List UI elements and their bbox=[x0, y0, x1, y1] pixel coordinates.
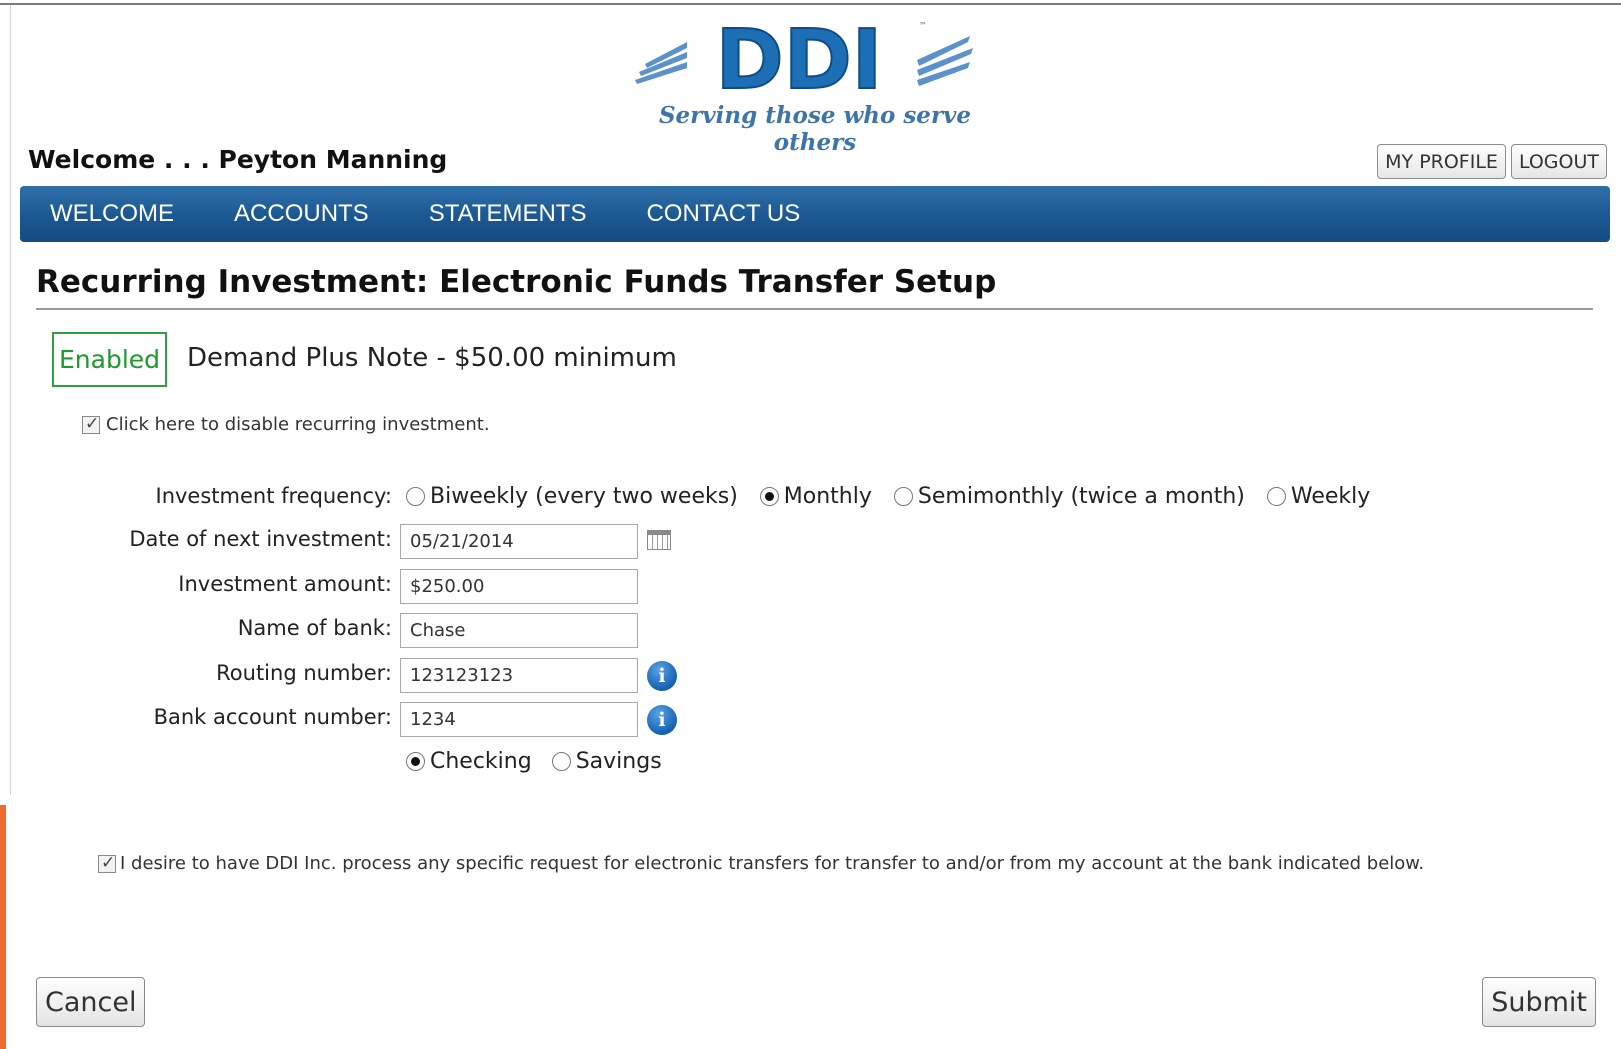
top-border bbox=[0, 3, 1621, 5]
checking-radio[interactable] bbox=[406, 752, 425, 771]
amount-input[interactable]: $250.00 bbox=[400, 569, 638, 604]
header-actions: MY PROFILE LOGOUT bbox=[1377, 144, 1607, 179]
welcome-message: Welcome . . . Peyton Manning bbox=[28, 145, 448, 174]
side-accent-strip bbox=[0, 805, 6, 1049]
ddi-logo-mark: DDI ™ bbox=[635, 18, 973, 108]
ddi-logo: DDI ™ Serving those who serve others bbox=[635, 18, 995, 156]
amount-label: Investment amount: bbox=[178, 572, 392, 596]
account-type-savings[interactable]: Savings bbox=[551, 749, 662, 774]
weekly-radio[interactable] bbox=[1266, 487, 1286, 506]
nav-item-welcome[interactable]: WELCOME bbox=[50, 200, 174, 228]
account-input[interactable]: 1234 bbox=[400, 702, 638, 737]
weekly-label: Weekly bbox=[1290, 484, 1371, 509]
main-nav: WELCOME ACCOUNTS STATEMENTS CONTACT US bbox=[20, 186, 1610, 242]
frequency-option-biweekly[interactable]: Biweekly (every two weeks) bbox=[406, 484, 738, 509]
monthly-radio[interactable] bbox=[759, 487, 779, 506]
svg-text:™: ™ bbox=[919, 21, 927, 30]
biweekly-label: Biweekly (every two weeks) bbox=[430, 484, 738, 509]
consent-checkbox[interactable] bbox=[98, 853, 116, 873]
savings-radio[interactable] bbox=[551, 752, 571, 771]
checking-label: Checking bbox=[430, 749, 532, 774]
page-title: Recurring Investment: Electronic Funds T… bbox=[36, 264, 997, 300]
next-date-input[interactable]: 05/21/2014 bbox=[400, 524, 638, 559]
nav-item-contact-us[interactable]: CONTACT US bbox=[646, 200, 800, 228]
bank-name-input[interactable]: Chase bbox=[400, 613, 638, 648]
brand-tagline: Serving those who serve others bbox=[658, 102, 972, 156]
routing-info-icon[interactable]: i bbox=[647, 661, 677, 691]
biweekly-radio[interactable] bbox=[406, 487, 425, 506]
my-profile-button[interactable]: MY PROFILE bbox=[1377, 144, 1506, 179]
next-date-label: Date of next investment: bbox=[129, 527, 392, 551]
disable-recurring-row: Click here to disable recurring investme… bbox=[82, 414, 490, 435]
savings-label: Savings bbox=[575, 749, 662, 774]
submit-button[interactable]: Submit bbox=[1482, 977, 1596, 1027]
status-badge: Enabled bbox=[52, 332, 167, 387]
semimonthly-radio[interactable] bbox=[893, 487, 913, 506]
disable-recurring-label: Click here to disable recurring investme… bbox=[106, 414, 490, 435]
consent-label: I desire to have DDI Inc. process any sp… bbox=[120, 853, 1425, 874]
monthly-label: Monthly bbox=[783, 484, 872, 509]
routing-label: Routing number: bbox=[216, 661, 392, 685]
account-type-checking[interactable]: Checking bbox=[406, 749, 532, 774]
left-border bbox=[10, 5, 11, 795]
product-label: Demand Plus Note - $50.00 minimum bbox=[187, 343, 677, 373]
calendar-icon[interactable] bbox=[647, 530, 671, 550]
frequency-option-monthly[interactable]: Monthly bbox=[759, 484, 872, 509]
title-divider bbox=[36, 308, 1593, 310]
account-info-icon[interactable]: i bbox=[647, 705, 677, 735]
frequency-label: Investment frequency: bbox=[155, 484, 393, 508]
frequency-option-weekly[interactable]: Weekly bbox=[1266, 484, 1371, 509]
frequency-radio-group: Biweekly (every two weeks) Monthly Semim… bbox=[406, 484, 1370, 509]
frequency-option-semimonthly[interactable]: Semimonthly (twice a month) bbox=[893, 484, 1245, 509]
logout-button[interactable]: LOGOUT bbox=[1510, 144, 1607, 179]
nav-item-statements[interactable]: STATEMENTS bbox=[429, 200, 587, 228]
bank-name-label: Name of bank: bbox=[237, 616, 392, 640]
routing-input[interactable]: 123123123 bbox=[400, 658, 638, 693]
consent-row: I desire to have DDI Inc. process any sp… bbox=[98, 853, 1424, 874]
disable-recurring-checkbox[interactable] bbox=[82, 414, 100, 434]
account-type-radio-group: Checking Savings bbox=[406, 749, 662, 774]
svg-text:DDI: DDI bbox=[716, 18, 883, 108]
semimonthly-label: Semimonthly (twice a month) bbox=[917, 484, 1245, 509]
cancel-button[interactable]: Cancel bbox=[36, 977, 146, 1027]
account-label: Bank account number: bbox=[153, 705, 392, 729]
nav-item-accounts[interactable]: ACCOUNTS bbox=[234, 200, 369, 228]
